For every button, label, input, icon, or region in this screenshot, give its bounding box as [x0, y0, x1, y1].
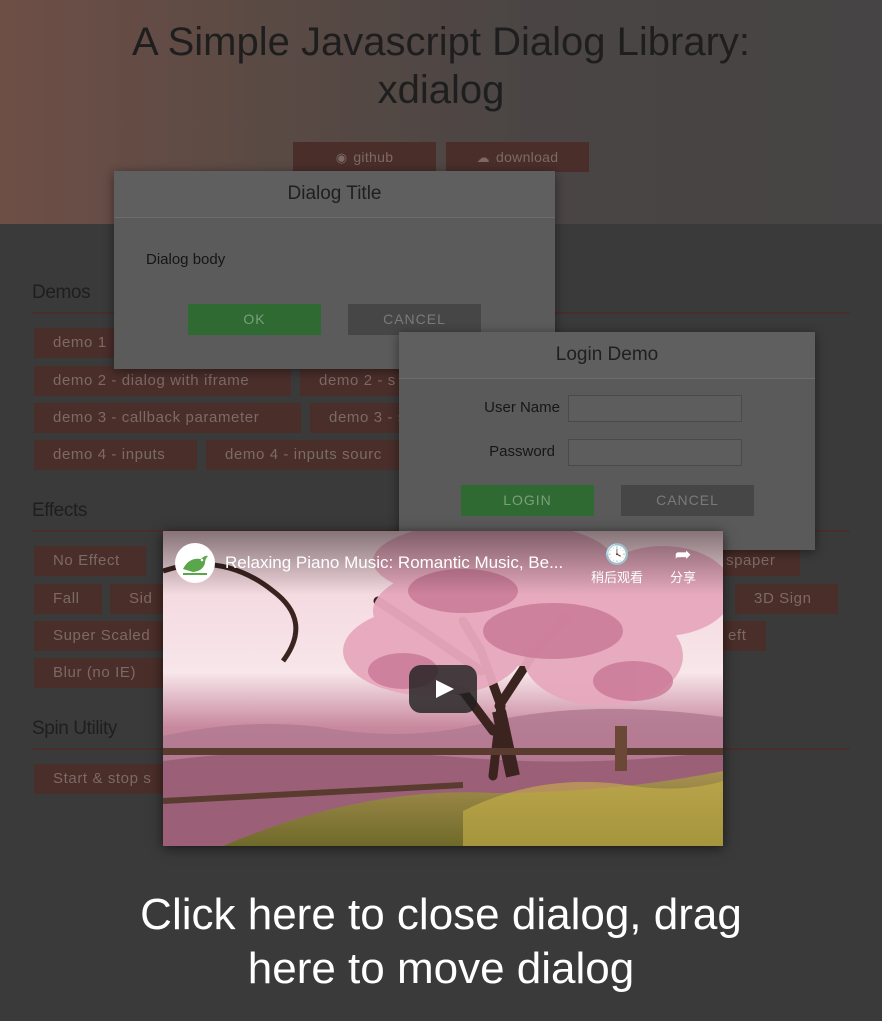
watch-later-label: 稍后观看	[590, 570, 643, 585]
github-button-label: github	[353, 149, 394, 165]
bird-logo-icon	[183, 555, 208, 575]
channel-avatar[interactable]	[175, 543, 215, 583]
share-button[interactable]: ➦ 分享	[653, 543, 713, 586]
start-stop-spin-button[interactable]: Start & stop s	[34, 764, 163, 794]
video-player[interactable]: Relaxing Piano Music: Romantic Music, Be…	[163, 531, 723, 846]
play-button[interactable]	[409, 665, 477, 713]
cancel-button[interactable]: CANCEL	[348, 304, 481, 335]
login-dialog-title-bar[interactable]: Login Demo	[399, 332, 815, 379]
demo-4-inputs-button[interactable]: demo 4 - inputs	[34, 440, 197, 470]
login-button[interactable]: LOGIN	[461, 485, 594, 516]
overlay-text-line1: Click here to close dialog, drag	[140, 890, 742, 939]
video-title[interactable]: Relaxing Piano Music: Romantic Music, Be…	[225, 553, 585, 573]
username-label: User Name	[484, 399, 560, 416]
demo-4-source-button[interactable]: demo 4 - inputs sourc	[206, 440, 400, 470]
effect-fall-button[interactable]: Fall	[34, 584, 102, 614]
dialog-login: Login Demo User Name Password LOGIN CANC…	[399, 332, 815, 550]
section-title-spin-utility: Spin Utility	[32, 718, 117, 739]
github-button[interactable]: ◉ github	[293, 142, 436, 172]
password-label: Password	[489, 443, 555, 460]
github-icon: ◉	[335, 150, 348, 165]
page-title-line1: A Simple Javascript Dialog Library:	[131, 20, 751, 64]
effect-no-effect-button[interactable]: No Effect	[34, 546, 146, 576]
demo-2-iframe-button[interactable]: demo 2 - dialog with iframe	[34, 366, 291, 396]
ok-button[interactable]: OK	[188, 304, 321, 335]
effect-blur-button[interactable]: Blur (no IE)	[34, 658, 163, 688]
share-label: 分享	[669, 570, 696, 585]
share-arrow-icon: ➦	[674, 544, 692, 566]
demo-3-callback-button[interactable]: demo 3 - callback parameter	[34, 403, 301, 433]
username-input[interactable]	[568, 395, 742, 422]
password-input[interactable]	[568, 439, 742, 466]
overlay-close-drag-area[interactable]: Click here to close dialog, drag here to…	[0, 888, 882, 996]
clock-icon: 🕓	[604, 544, 630, 566]
dialog-title-bar[interactable]: Dialog Title	[114, 171, 555, 218]
effect-super-scaled-button[interactable]: Super Scaled	[34, 621, 163, 651]
demo-2-source-button[interactable]: demo 2 - s	[300, 366, 400, 396]
cloud-download-icon: ☁	[476, 150, 490, 165]
section-title-demos: Demos	[32, 282, 91, 303]
overlay-text-line2: here to move dialog	[247, 944, 635, 993]
login-cancel-button[interactable]: CANCEL	[621, 485, 754, 516]
download-button-label: download	[495, 149, 559, 165]
demo-3-source-button[interactable]: demo 3 - s	[310, 403, 400, 433]
effect-slide-left-button[interactable]: eft	[718, 621, 766, 651]
dialog-body-text: Dialog body	[146, 251, 226, 268]
page-title-line2: xdialog	[377, 68, 505, 112]
download-button[interactable]: ☁ download	[446, 142, 589, 172]
effect-3d-sign-button[interactable]: 3D Sign	[735, 584, 838, 614]
section-title-effects: Effects	[32, 500, 87, 521]
page-title: A Simple Javascript Dialog Library: xdia…	[90, 18, 792, 114]
effect-side-fall-button[interactable]: Sid	[110, 584, 163, 614]
watch-later-button[interactable]: 🕓 稍后观看	[587, 543, 647, 586]
